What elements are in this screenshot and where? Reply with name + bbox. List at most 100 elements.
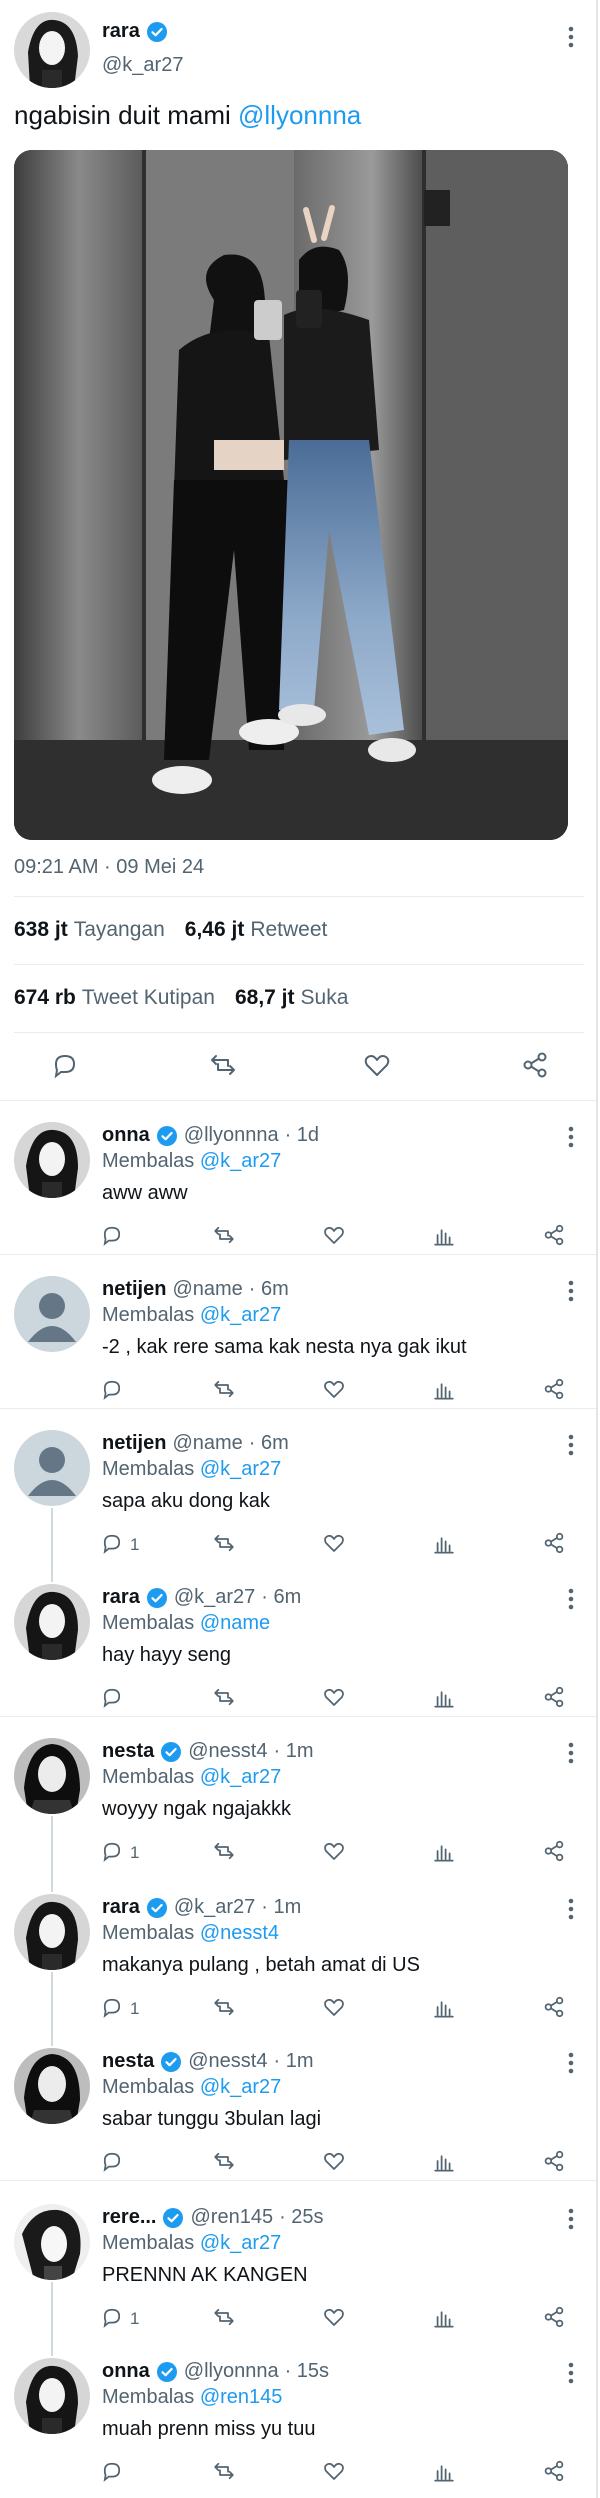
- author-handle[interactable]: @llyonnna: [184, 1124, 279, 1147]
- mention-link[interactable]: @k_ar27: [200, 2076, 281, 2098]
- reply-tweet[interactable]: netijen @name · 6m Membalas @k_ar27 sapa aku…: [0, 1416, 598, 1566]
- author-name[interactable]: nesta: [102, 2050, 154, 2073]
- views-button[interactable]: [432, 1996, 456, 2022]
- mention-link[interactable]: @k_ar27: [200, 2232, 281, 2254]
- mention-link[interactable]: @k_ar27: [200, 1304, 281, 1326]
- reply-button[interactable]: [100, 2460, 130, 2486]
- avatar[interactable]: [14, 2048, 90, 2124]
- author-handle[interactable]: @llyonnna: [184, 2360, 279, 2383]
- like-button[interactable]: [322, 2306, 346, 2332]
- views-button[interactable]: [432, 1224, 456, 1250]
- reply-tweet[interactable]: rara @k_ar27 · 1m Membalas @nesst4 makanya p…: [0, 1880, 598, 2030]
- avatar[interactable]: [14, 1430, 90, 1506]
- author-handle[interactable]: @ren145: [190, 2206, 273, 2229]
- avatar[interactable]: [14, 2358, 90, 2434]
- views-button[interactable]: [432, 2150, 456, 2176]
- reply-tweet[interactable]: onna @llyonnna · 15s Membalas @ren145 muah p…: [0, 2344, 598, 2494]
- reply-button[interactable]: [100, 1686, 130, 1712]
- mention-link[interactable]: @k_ar27: [200, 1766, 281, 1788]
- author-handle[interactable]: @k_ar27: [102, 54, 183, 77]
- views-stat[interactable]: 638 jt Tayangan: [14, 918, 165, 942]
- retweet-button[interactable]: [212, 1840, 236, 1866]
- reply-button[interactable]: 1: [100, 1996, 139, 2022]
- quotes-stat[interactable]: 674 rb Tweet Kutipan: [14, 986, 215, 1010]
- share-button[interactable]: [542, 1686, 566, 1712]
- mention-link[interactable]: @llyonnna: [238, 100, 361, 130]
- like-button[interactable]: [322, 2150, 346, 2176]
- share-button[interactable]: [542, 1224, 566, 1250]
- share-button[interactable]: [542, 1996, 566, 2022]
- author-name[interactable]: onna: [102, 1124, 150, 1147]
- author-name[interactable]: nesta: [102, 1740, 154, 1763]
- avatar[interactable]: [14, 1738, 90, 1814]
- author-handle[interactable]: @k_ar27: [174, 1896, 255, 1919]
- vertical-dots-icon[interactable]: [556, 1738, 586, 1768]
- like-button[interactable]: [322, 1996, 346, 2022]
- vertical-dots-icon[interactable]: [556, 1894, 586, 1924]
- vertical-dots-icon[interactable]: [556, 2204, 586, 2234]
- retweet-button[interactable]: [212, 2306, 236, 2332]
- share-button[interactable]: [542, 2150, 566, 2176]
- mention-link[interactable]: @k_ar27: [200, 1458, 281, 1480]
- mention-link[interactable]: @name: [200, 1612, 270, 1634]
- author-name[interactable]: rara: [102, 1586, 140, 1609]
- vertical-dots-icon[interactable]: [556, 22, 586, 52]
- avatar[interactable]: [14, 12, 90, 88]
- retweet-button[interactable]: [212, 1686, 236, 1712]
- like-button[interactable]: [322, 1532, 346, 1558]
- author-name[interactable]: netijen: [102, 1432, 166, 1455]
- author-handle[interactable]: @nesst4: [188, 1740, 267, 1763]
- reply-button[interactable]: 1: [100, 2306, 139, 2332]
- author-handle[interactable]: @name: [172, 1432, 242, 1455]
- mention-link[interactable]: @k_ar27: [200, 1150, 281, 1172]
- like-button[interactable]: [322, 1378, 346, 1404]
- retweet-button[interactable]: [212, 2150, 236, 2176]
- retweet-button[interactable]: [212, 1224, 236, 1250]
- reply-tweet[interactable]: onna @llyonnna · 1d Membalas @k_ar27 aww aww: [0, 1108, 598, 1258]
- like-button[interactable]: [322, 1686, 346, 1712]
- reply-tweet[interactable]: rara @k_ar27 · 6m Membalas @name hay hayy se…: [0, 1570, 598, 1720]
- vertical-dots-icon[interactable]: [556, 1122, 586, 1152]
- reply-tweet[interactable]: nesta @nesst4 · 1m Membalas @k_ar27 sabar tu…: [0, 2034, 598, 2184]
- like-button[interactable]: [322, 1224, 346, 1250]
- reply-tweet[interactable]: rere... @ren145 · 25s Membalas @k_ar27 PRENN…: [0, 2190, 598, 2340]
- vertical-dots-icon[interactable]: [556, 1430, 586, 1460]
- avatar[interactable]: [14, 1122, 90, 1198]
- views-button[interactable]: [432, 1378, 456, 1404]
- share-button[interactable]: [542, 1378, 566, 1404]
- share-button[interactable]: [542, 2306, 566, 2332]
- like-button[interactable]: [322, 1840, 346, 1866]
- reply-tweet[interactable]: netijen @name · 6m Membalas @k_ar27 -2 , kak…: [0, 1262, 598, 1412]
- retweet-icon[interactable]: [208, 1050, 238, 1080]
- author-handle[interactable]: @k_ar27: [174, 1586, 255, 1609]
- avatar[interactable]: [14, 1584, 90, 1660]
- share-button[interactable]: [542, 1532, 566, 1558]
- author-name[interactable]: rara: [102, 20, 168, 43]
- author-name[interactable]: onna: [102, 2360, 150, 2383]
- likes-stat[interactable]: 68,7 jt Suka: [235, 986, 348, 1010]
- mention-link[interactable]: @ren145: [200, 2386, 283, 2408]
- views-button[interactable]: [432, 2460, 456, 2486]
- author-handle[interactable]: @nesst4: [188, 2050, 267, 2073]
- reply-button[interactable]: 1: [100, 1840, 139, 1866]
- vertical-dots-icon[interactable]: [556, 1276, 586, 1306]
- views-button[interactable]: [432, 2306, 456, 2332]
- reply-button[interactable]: [100, 1378, 130, 1404]
- speech-bubble-icon[interactable]: [50, 1050, 80, 1080]
- retweet-button[interactable]: [212, 1532, 236, 1558]
- share-icon[interactable]: [520, 1050, 550, 1080]
- author-handle[interactable]: @name: [172, 1278, 242, 1301]
- views-button[interactable]: [432, 1840, 456, 1866]
- avatar[interactable]: [14, 1276, 90, 1352]
- retweets-stat[interactable]: 6,46 jt Retweet: [185, 918, 328, 942]
- retweet-button[interactable]: [212, 2460, 236, 2486]
- mention-link[interactable]: @nesst4: [200, 1922, 279, 1944]
- avatar[interactable]: [14, 1894, 90, 1970]
- retweet-button[interactable]: [212, 1378, 236, 1404]
- vertical-dots-icon[interactable]: [556, 1584, 586, 1614]
- reply-tweet[interactable]: nesta @nesst4 · 1m Membalas @k_ar27 woyyy ng…: [0, 1724, 598, 1874]
- views-button[interactable]: [432, 1532, 456, 1558]
- author-name[interactable]: rara: [102, 1896, 140, 1919]
- reply-button[interactable]: [100, 2150, 130, 2176]
- retweet-button[interactable]: [212, 1996, 236, 2022]
